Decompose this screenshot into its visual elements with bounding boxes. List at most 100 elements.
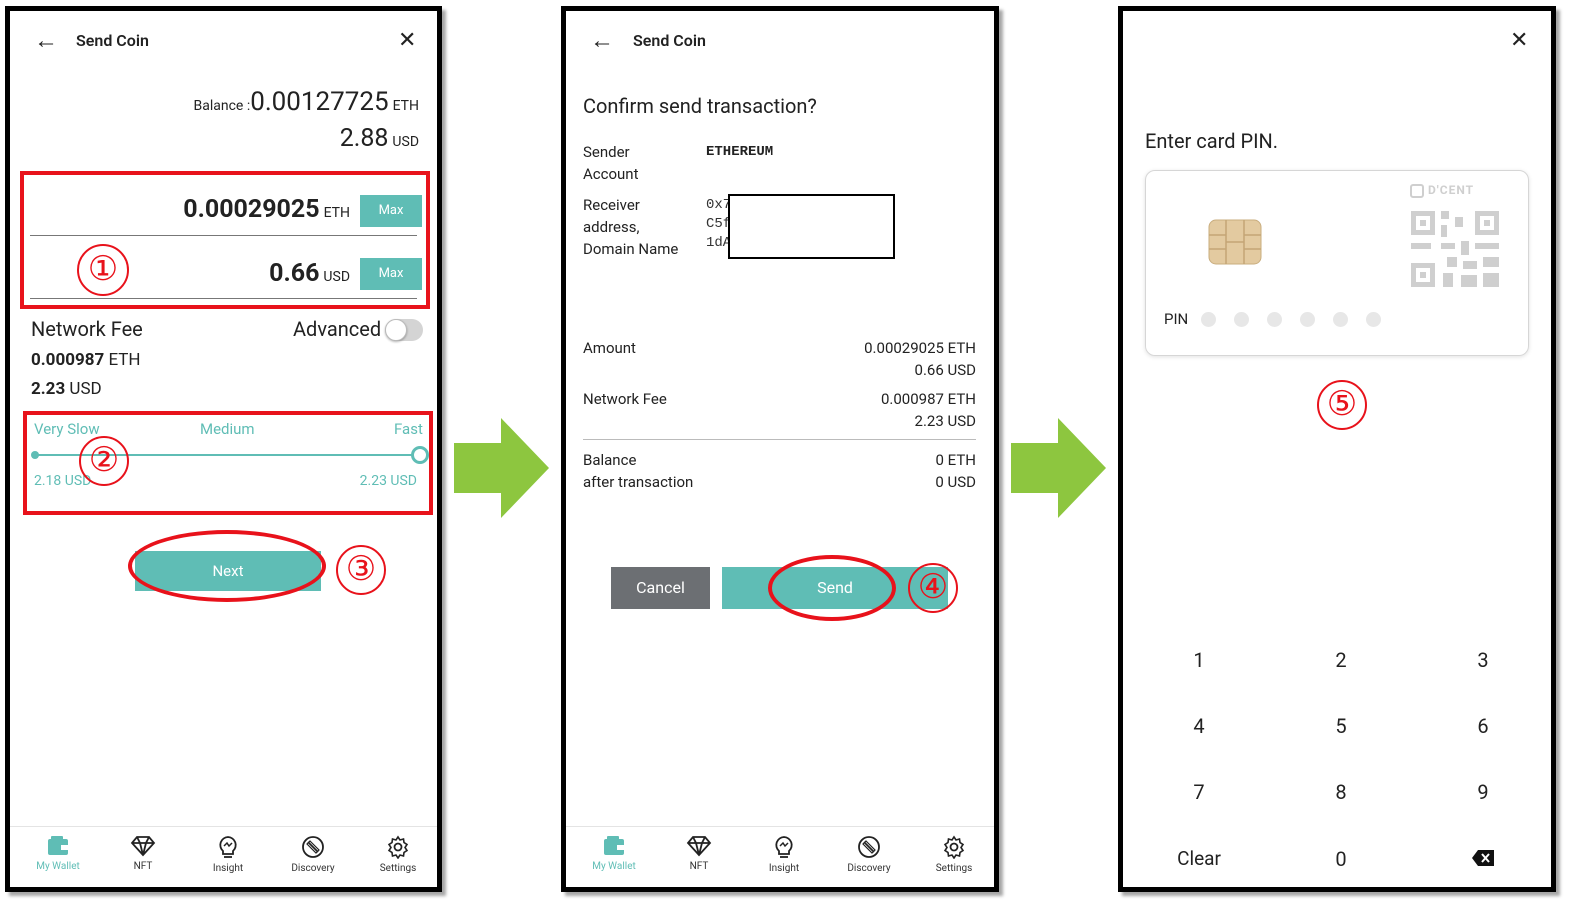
nav-insight[interactable]: Insight bbox=[198, 835, 258, 874]
gear-icon bbox=[387, 835, 409, 859]
balance-usd-value: 2.88 bbox=[339, 124, 389, 153]
nav-discovery[interactable]: Discovery bbox=[283, 835, 343, 874]
step-number-5: ⑤ bbox=[1317, 380, 1367, 430]
fee-usd: 2.23 USD bbox=[914, 412, 976, 430]
key-6[interactable]: 6 bbox=[1433, 714, 1533, 738]
send-coin-screen: ← Send Coin ✕ Balance :0.00127725 ETH 2.… bbox=[5, 6, 442, 892]
wallet-icon bbox=[48, 836, 68, 855]
bottom-nav: My Wallet NFT Insight Discovery Settings bbox=[10, 826, 437, 887]
nav-settings[interactable]: Settings bbox=[368, 835, 428, 874]
balance-eth-value: 0.00127725 bbox=[250, 87, 389, 117]
balance-after-eth: 0 ETH bbox=[935, 451, 976, 469]
step-number-4: ④ bbox=[908, 563, 958, 613]
nav-label: My Wallet bbox=[592, 861, 636, 872]
nav-settings[interactable]: Settings bbox=[924, 835, 984, 874]
key-2[interactable]: 2 bbox=[1291, 648, 1391, 672]
fee-eth-value: 0.000987 bbox=[31, 350, 105, 370]
pin-heading: Enter card PIN. bbox=[1145, 129, 1279, 153]
confirm-heading: Confirm send transaction? bbox=[583, 94, 817, 118]
network-fee-label: Network Fee bbox=[31, 317, 143, 341]
bottom-nav: My Wallet NFT Insight Discovery Settings bbox=[566, 826, 994, 887]
card-graphic: D'CENT PIN bbox=[1145, 170, 1529, 356]
fee-usd: 2.23 USD bbox=[31, 379, 102, 399]
receiver-label: Receiver address, Domain Name bbox=[583, 196, 679, 258]
pin-label: PIN bbox=[1164, 310, 1189, 328]
cancel-button[interactable]: Cancel bbox=[611, 567, 710, 609]
key-4[interactable]: 4 bbox=[1149, 714, 1249, 738]
key-0[interactable]: 0 bbox=[1291, 847, 1391, 871]
highlight-box-amount bbox=[20, 171, 430, 309]
key-1[interactable]: 1 bbox=[1149, 648, 1249, 672]
pin-dot bbox=[1300, 312, 1315, 327]
nav-label: Insight bbox=[768, 863, 800, 874]
back-arrow-icon[interactable]: ← bbox=[590, 28, 614, 52]
lightbulb-icon bbox=[219, 836, 237, 858]
amount-usd: 0.66 USD bbox=[914, 361, 976, 379]
highlight-oval-send bbox=[768, 555, 896, 621]
balance-after-usd: 0 USD bbox=[935, 473, 976, 491]
nav-nft[interactable]: NFT bbox=[669, 835, 729, 872]
key-9[interactable]: 9 bbox=[1433, 780, 1533, 804]
pin-dot bbox=[1201, 312, 1216, 327]
key-7[interactable]: 7 bbox=[1149, 780, 1249, 804]
key-3[interactable]: 3 bbox=[1433, 648, 1533, 672]
pin-dot bbox=[1333, 312, 1348, 327]
pin-dot bbox=[1234, 312, 1249, 327]
close-icon[interactable]: ✕ bbox=[398, 30, 416, 52]
advanced-toggle[interactable] bbox=[385, 319, 423, 341]
divider bbox=[583, 439, 976, 440]
nav-label: Settings bbox=[379, 863, 417, 874]
key-5[interactable]: 5 bbox=[1291, 714, 1391, 738]
close-icon[interactable]: ✕ bbox=[1510, 30, 1528, 52]
nav-my-wallet[interactable]: My Wallet bbox=[28, 835, 88, 872]
network-fee-label: Network Fee bbox=[583, 390, 667, 408]
redaction-box bbox=[728, 194, 895, 259]
brand-logo: D'CENT bbox=[1410, 183, 1474, 198]
toggle-knob bbox=[385, 319, 407, 341]
balance-label: Balance : bbox=[193, 98, 251, 114]
nav-label: My Wallet bbox=[36, 861, 80, 872]
flow-arrow-icon bbox=[454, 418, 549, 518]
nav-label: Discovery bbox=[847, 863, 891, 874]
gear-icon bbox=[943, 835, 965, 859]
balance-usd-unit: USD bbox=[392, 134, 419, 150]
nav-label: Settings bbox=[935, 863, 973, 874]
nav-label: Discovery bbox=[291, 863, 335, 874]
diamond-icon bbox=[130, 836, 156, 857]
brand-mark-icon bbox=[1410, 183, 1424, 198]
brand-name: D'CENT bbox=[1427, 183, 1475, 197]
nav-label: NFT bbox=[689, 861, 709, 872]
balance-display: Balance :0.00127725 ETH bbox=[194, 87, 420, 117]
nav-nft[interactable]: NFT bbox=[113, 835, 173, 872]
key-8[interactable]: 8 bbox=[1291, 780, 1391, 804]
pin-dot bbox=[1267, 312, 1282, 327]
back-arrow-icon[interactable]: ← bbox=[34, 28, 58, 52]
highlight-oval-next bbox=[128, 530, 326, 602]
nav-label: NFT bbox=[133, 861, 153, 872]
backspace-icon[interactable] bbox=[1472, 850, 1494, 866]
nav-label: Insight bbox=[212, 863, 244, 874]
fee-eth: 0.000987 ETH bbox=[880, 390, 976, 408]
balance-usd-display: 2.88 USD bbox=[340, 124, 419, 153]
amount-eth: 0.00029025 ETH bbox=[864, 339, 976, 357]
fee-usd-unit: USD bbox=[69, 379, 102, 399]
pin-dot bbox=[1366, 312, 1381, 327]
fee-eth: 0.000987 ETH bbox=[31, 350, 141, 370]
compass-icon bbox=[858, 836, 880, 858]
nav-discovery[interactable]: Discovery bbox=[839, 835, 899, 874]
confirm-transaction-screen: ← Send Coin Confirm send transaction? Se… bbox=[561, 6, 999, 892]
page-title: Send Coin bbox=[76, 31, 149, 50]
amount-label: Amount bbox=[583, 339, 636, 357]
sender-label: Sender Account bbox=[583, 143, 639, 183]
qr-code-icon bbox=[1411, 211, 1499, 287]
compass-icon bbox=[302, 836, 324, 858]
lightbulb-icon bbox=[775, 836, 793, 858]
fee-eth-unit: ETH bbox=[108, 350, 141, 370]
page-title: Send Coin bbox=[633, 31, 706, 50]
nav-my-wallet[interactable]: My Wallet bbox=[584, 835, 644, 872]
key-clear[interactable]: Clear bbox=[1149, 847, 1249, 870]
diamond-icon bbox=[686, 836, 712, 857]
balance-after-label: Balance after transaction bbox=[583, 451, 694, 491]
nav-insight[interactable]: Insight bbox=[754, 835, 814, 874]
advanced-label: Advanced bbox=[293, 317, 382, 341]
